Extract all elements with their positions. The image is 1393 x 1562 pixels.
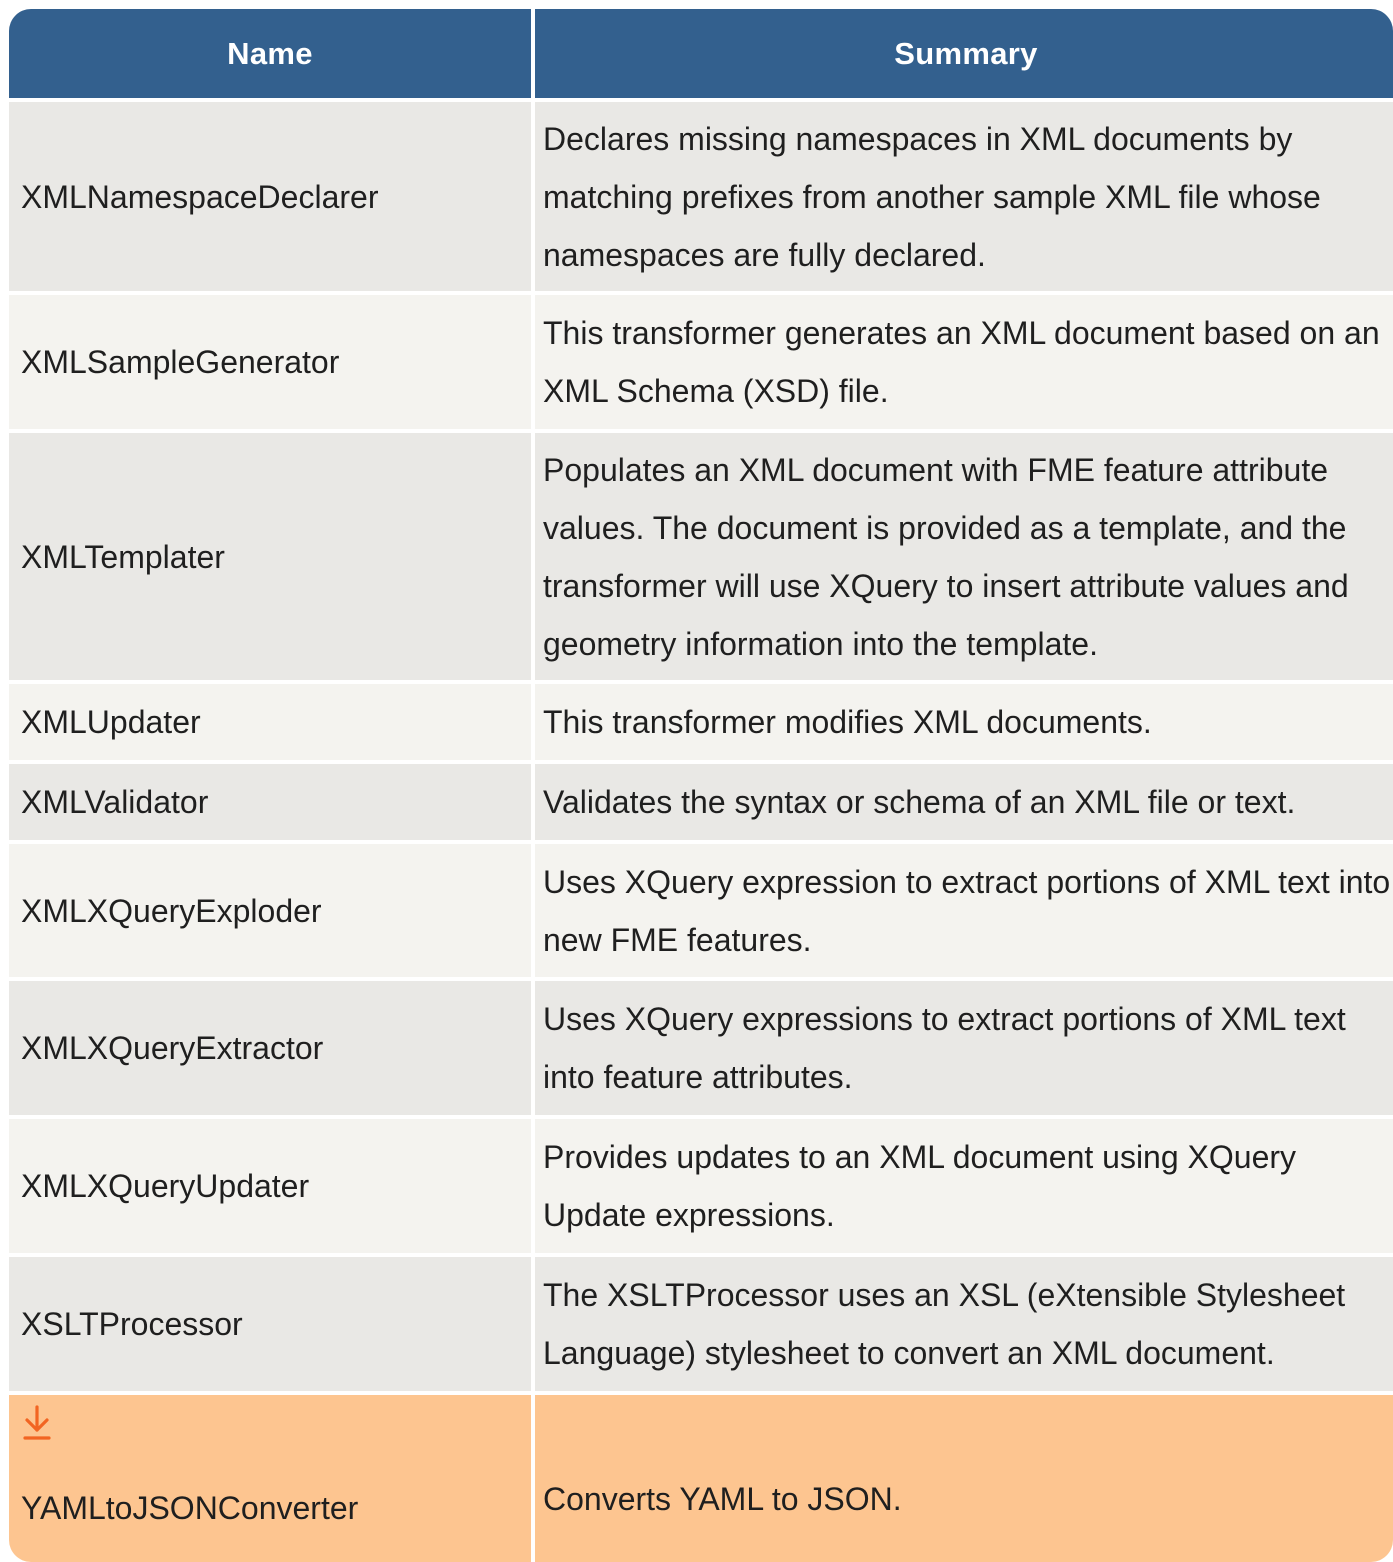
row-name-cell: XMLNamespaceDeclarer (9, 102, 531, 291)
row-name-cell: XMLSampleGenerator (9, 295, 531, 429)
row-name-cell: XMLXQueryExtractor (9, 981, 531, 1115)
row-summary-cell: Validates the syntax or schema of an XML… (535, 764, 1393, 840)
transformer-name-link[interactable]: YAMLtoJSONConverter (21, 1479, 358, 1537)
row-summary-cell: Declares missing namespaces in XML docum… (535, 102, 1393, 291)
row-summary-cell: The XSLTProcessor uses an XSL (eXtensibl… (535, 1257, 1393, 1391)
name-stack: YAMLtoJSONConverter (21, 1395, 358, 1562)
row-summary-cell-highlighted: Converts YAML to JSON. (535, 1395, 1393, 1562)
row-name-cell: XSLTProcessor (9, 1257, 531, 1391)
row-summary-cell: This transformer generates an XML docume… (535, 295, 1393, 429)
row-summary-cell: This transformer modifies XML documents. (535, 684, 1393, 760)
row-name-cell: XMLXQueryExploder (9, 844, 531, 977)
download-icon[interactable] (21, 1403, 53, 1443)
row-summary-cell: Uses XQuery expression to extract portio… (535, 844, 1393, 977)
row-summary-cell: Uses XQuery expressions to extract porti… (535, 981, 1393, 1115)
row-summary-cell: Provides updates to an XML document usin… (535, 1119, 1393, 1253)
row-name-cell: XMLValidator (9, 764, 531, 840)
table-grid: Name Summary XMLNamespaceDeclarer Declar… (9, 9, 1393, 1562)
row-name-cell: XMLUpdater (9, 684, 531, 760)
column-header-summary[interactable]: Summary (535, 9, 1393, 98)
row-name-cell: XMLXQueryUpdater (9, 1119, 531, 1253)
row-name-cell: XMLTemplater (9, 433, 531, 680)
row-name-cell-highlighted: YAMLtoJSONConverter (9, 1395, 531, 1562)
row-summary-cell: Populates an XML document with FME featu… (535, 433, 1393, 680)
column-header-name[interactable]: Name (9, 9, 531, 98)
transformer-table: Name Summary XMLNamespaceDeclarer Declar… (9, 9, 1393, 1562)
